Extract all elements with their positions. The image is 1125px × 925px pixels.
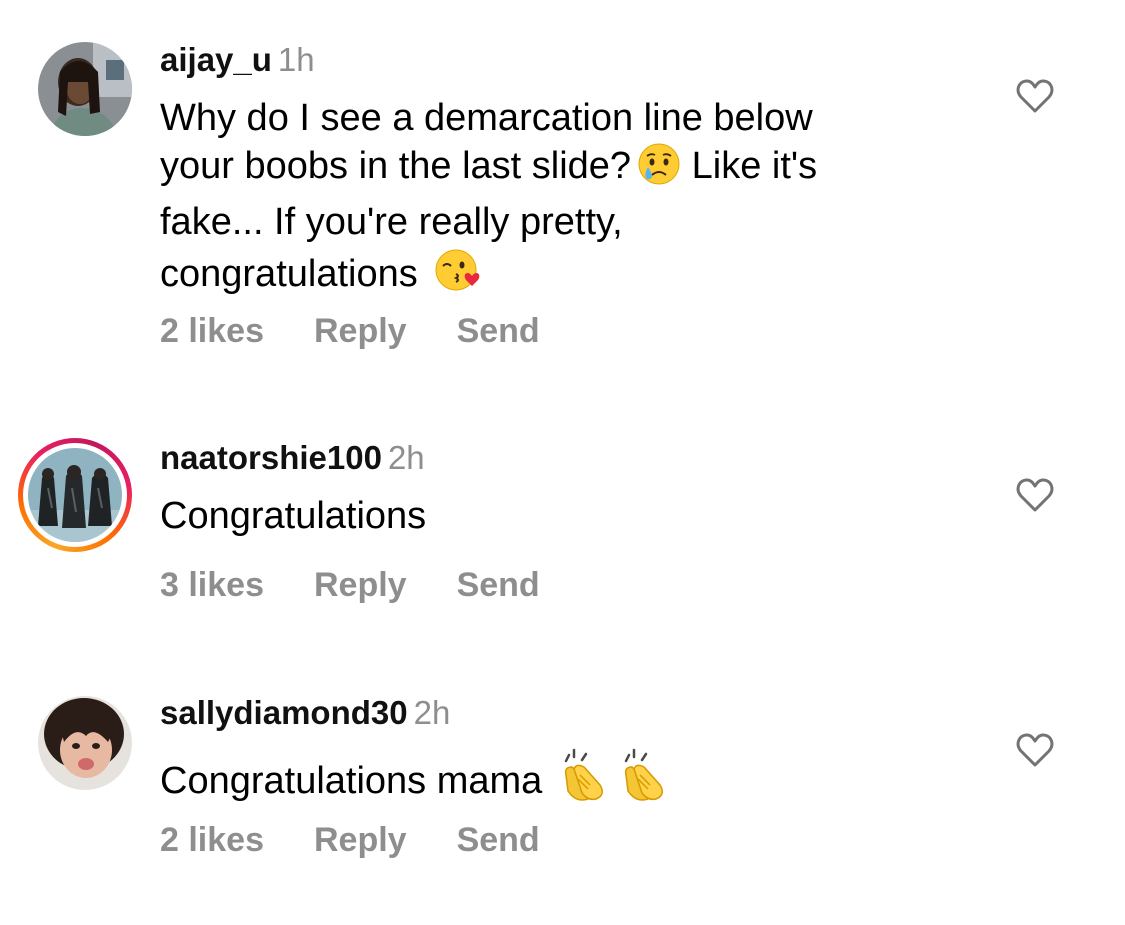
timestamp: 2h <box>387 439 425 476</box>
comment-line-part: your boobs in the last slide? <box>160 145 632 187</box>
comment-line-part: Like it's <box>691 145 818 187</box>
timestamp: 1h <box>277 41 315 78</box>
comment-line: Why do I see a demarcation line below <box>160 97 813 139</box>
avatar[interactable] <box>38 42 132 136</box>
comment-header: sallydiamond30 2h <box>160 693 450 733</box>
like-heart-icon[interactable] <box>1016 477 1054 513</box>
comment-line: fake... If you're really pretty, <box>160 201 623 243</box>
like-heart-icon[interactable] <box>1016 78 1054 114</box>
comment-item: sallydiamond30 2h Congratulations mama 2 … <box>0 635 1125 925</box>
comment-line-part: Congratulations mama <box>160 760 543 802</box>
username[interactable]: sallydiamond30 <box>160 694 408 731</box>
likes-count[interactable]: 2 likes <box>160 821 264 859</box>
reply-button[interactable]: Reply <box>314 566 407 604</box>
likes-count[interactable]: 3 likes <box>160 566 264 604</box>
kiss-face-emoji <box>434 246 484 306</box>
comment-actions: 2 likes Reply Send <box>160 821 590 860</box>
send-button[interactable]: Send <box>457 566 540 604</box>
comment-line: your boobs in the last slide? Like it's <box>160 142 960 198</box>
likes-count[interactable]: 2 likes <box>160 312 264 350</box>
comment-item: aijay_u 1h Why do I see a demarcation lin… <box>0 0 1125 380</box>
clapping-hands-emoji <box>616 747 670 813</box>
comment-actions: 3 likes Reply Send <box>160 566 590 605</box>
comment-actions: 2 likes Reply Send <box>160 312 590 351</box>
reply-button[interactable]: Reply <box>314 821 407 859</box>
crying-face-emoji <box>637 142 681 198</box>
comment-header: aijay_u 1h <box>160 40 315 80</box>
story-ring-avatar[interactable] <box>18 438 132 552</box>
username[interactable]: naatorshie100 <box>160 439 382 476</box>
reply-button[interactable]: Reply <box>314 312 407 350</box>
username[interactable]: aijay_u <box>160 41 272 78</box>
comment-line: congratulations <box>160 246 960 306</box>
comment-text: Why do I see a demarcation line below yo… <box>160 94 960 306</box>
send-button[interactable]: Send <box>457 821 540 859</box>
clapping-hands-emoji <box>556 747 610 813</box>
comment-text: Congratulations <box>160 495 427 537</box>
comment-item: naatorshie100 2h Congratulations 3 likes R… <box>0 380 1125 635</box>
comment-text: Congratulations mama <box>160 747 960 813</box>
comment-line-part: congratulations <box>160 253 418 295</box>
timestamp: 2h <box>413 694 451 731</box>
like-heart-icon[interactable] <box>1016 732 1054 768</box>
avatar[interactable] <box>38 696 132 790</box>
avatar <box>28 448 122 542</box>
send-button[interactable]: Send <box>457 312 540 350</box>
comment-header: naatorshie100 2h <box>160 438 425 478</box>
